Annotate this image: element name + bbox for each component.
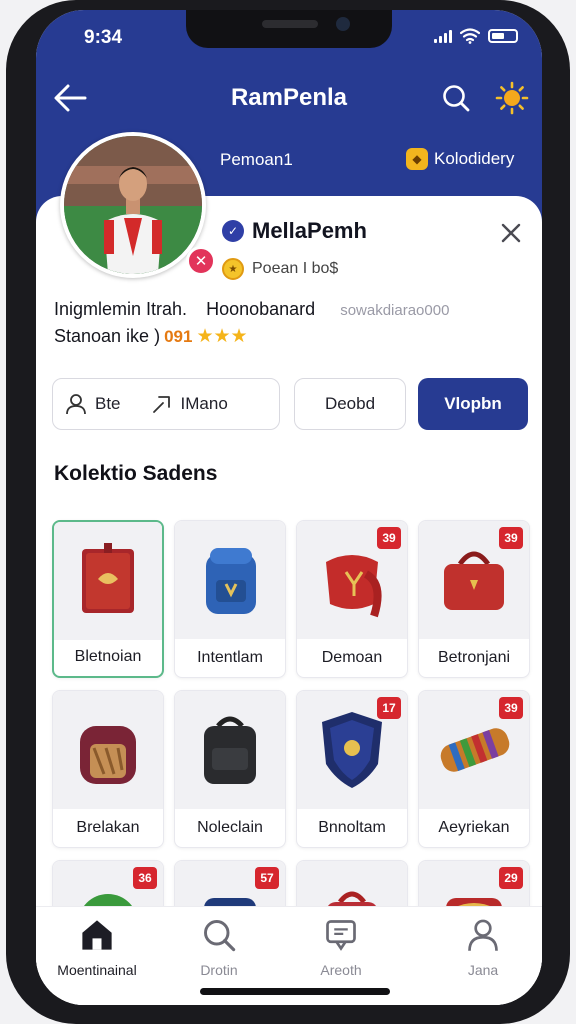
- secondary-action-group[interactable]: Bte IMano: [52, 378, 280, 430]
- nav-item[interactable]: Drotin: [164, 917, 274, 978]
- share-icon: [152, 396, 170, 413]
- home-indicator: [200, 988, 390, 995]
- nav-label: Jana: [467, 962, 499, 978]
- search-icon: [201, 917, 237, 958]
- message-icon: [323, 917, 359, 958]
- player-photo: [64, 136, 202, 274]
- red-book-icon: [54, 522, 162, 640]
- nav-item[interactable]: Moentinainal: [42, 917, 152, 978]
- item-count-badge: 29: [499, 867, 523, 889]
- wifi-icon: [460, 28, 480, 44]
- close-button[interactable]: [494, 216, 528, 250]
- battery-icon: [488, 29, 518, 43]
- collection-item[interactable]: 17 Bnnoltam: [296, 690, 408, 848]
- primary-button[interactable]: Vlopbn: [418, 378, 528, 430]
- coin-icon: ◆: [406, 148, 428, 170]
- rating-line: Stanoan ike ) 091 ★★★: [54, 326, 248, 347]
- collection-item[interactable]: Intentlam: [174, 520, 286, 678]
- info-text-3: sowakdiarao000: [340, 302, 450, 319]
- player-subtitle-text: Poean I bo$: [252, 260, 339, 277]
- star-icon: ★: [213, 326, 231, 347]
- speaker: [262, 20, 318, 28]
- item-label: Bnnoltam: [318, 819, 386, 836]
- nav-label: Moentinainal: [57, 962, 137, 978]
- player-name: ✓ MellaPemh: [222, 218, 367, 244]
- collection-item[interactable]: 39 Betronjani: [418, 520, 530, 678]
- rating-stars: ★★★: [196, 326, 247, 347]
- signal-icon: [434, 29, 452, 43]
- item-count-badge: 39: [377, 527, 401, 549]
- close-icon: [501, 223, 521, 243]
- info-text-2: Hoonobanard: [206, 299, 316, 319]
- collection-item[interactable]: 39 Aeyriekan: [418, 690, 530, 848]
- blue-backpack-icon: [175, 521, 285, 639]
- star-icon: ★: [230, 326, 248, 347]
- maroon-backpack-icon: [53, 691, 163, 809]
- status-time: 9:34: [84, 27, 123, 48]
- collection-item[interactable]: Bletnoian: [52, 520, 164, 678]
- info-text-1: Inigmlemin Itrah.: [54, 299, 188, 319]
- item-label: Demoan: [321, 649, 383, 666]
- nav-item[interactable]: Jana: [428, 917, 538, 978]
- section-title: Kolektio Sadens: [54, 462, 218, 485]
- nav-item[interactable]: Areoth: [286, 917, 396, 978]
- avatar[interactable]: [60, 132, 206, 278]
- theme-button[interactable]: [492, 78, 532, 118]
- nav-label: Drotin: [200, 962, 238, 978]
- middle-button[interactable]: Deobd: [294, 378, 406, 430]
- medal-icon: ★: [222, 258, 244, 280]
- item-label: Bletnoian: [74, 648, 142, 665]
- item-label: Betronjani: [437, 649, 511, 666]
- search-icon: [443, 85, 470, 112]
- collection-item[interactable]: 39 Demoan: [296, 520, 408, 678]
- profile-icon: [465, 917, 501, 958]
- outline-right-label[interactable]: IMano: [181, 394, 228, 414]
- star-icon: ★: [196, 326, 214, 347]
- verified-icon: ✓: [222, 220, 244, 242]
- item-count-badge: 57: [255, 867, 279, 889]
- item-count-badge: 17: [377, 697, 401, 719]
- info-line: Inigmlemin Itrah. Hoonobanard sowakdiara…: [54, 299, 449, 320]
- black-backpack-icon: [175, 691, 285, 809]
- item-label: Noleclain: [197, 819, 263, 836]
- player-name-text: MellaPemh: [252, 218, 367, 243]
- item-label: Aeyriekan: [438, 819, 510, 836]
- camera: [336, 17, 350, 31]
- item-count-badge: 39: [499, 527, 523, 549]
- remove-badge[interactable]: ✕: [186, 246, 216, 276]
- item-label: Intentlam: [197, 649, 263, 666]
- status-icons: [434, 28, 518, 44]
- nav-label: Areoth: [320, 962, 362, 978]
- device-notch: [186, 10, 392, 48]
- outline-left-label[interactable]: Bte: [95, 394, 121, 414]
- home-icon: [79, 917, 115, 958]
- subnav-collection-link[interactable]: ◆ Kolodidery: [406, 148, 514, 170]
- sun-icon: [495, 81, 529, 115]
- app-screen: 9:34 RamPenla Pemoan1 ◆ Kolodidery ✕ ✓ M…: [36, 10, 542, 1005]
- player-subtitle: ★ Poean I bo$: [222, 258, 338, 280]
- rating-value: 091: [164, 326, 193, 346]
- collection-item[interactable]: Brelakan: [52, 690, 164, 848]
- item-count-badge: 36: [133, 867, 157, 889]
- collection-item[interactable]: Noleclain: [174, 690, 286, 848]
- rating-label: Stanoan ike ): [54, 326, 161, 346]
- subnav-player-link[interactable]: Pemoan1: [220, 150, 293, 170]
- user-icon: [66, 394, 86, 415]
- subnav-right-label: Kolodidery: [434, 149, 515, 168]
- item-count-badge: 39: [499, 697, 523, 719]
- item-label: Brelakan: [76, 819, 140, 836]
- search-button[interactable]: [436, 78, 476, 118]
